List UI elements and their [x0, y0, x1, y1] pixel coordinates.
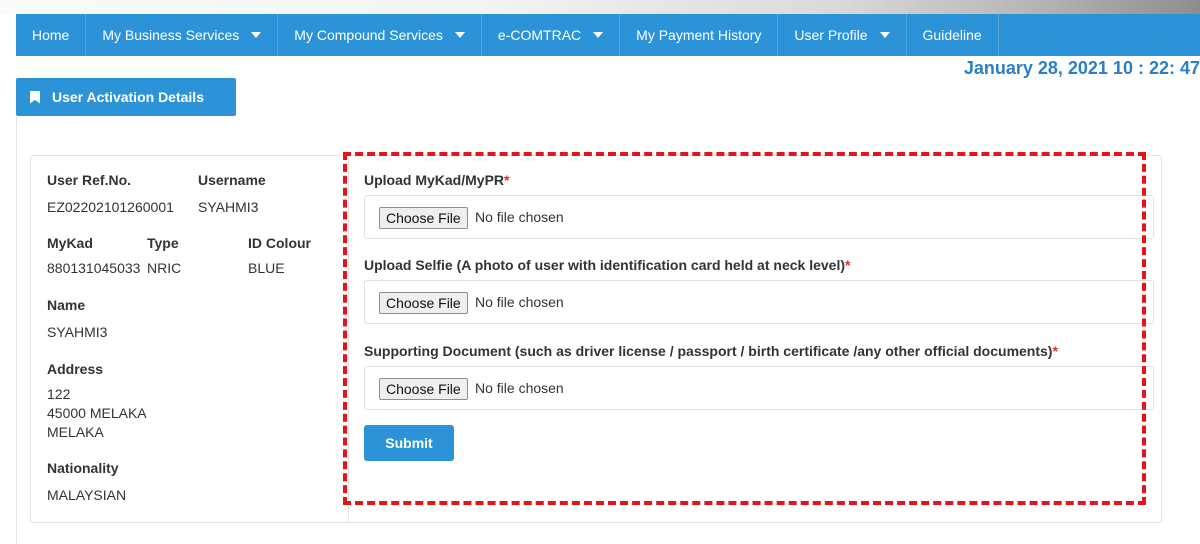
username-label: Username — [198, 172, 266, 188]
username-value: SYAHMI3 — [198, 199, 259, 215]
nationality-value: MALAYSIAN — [47, 487, 127, 503]
nav-user-profile[interactable]: User Profile — [778, 14, 907, 56]
upload-mykad-status: No file chosen — [475, 209, 564, 225]
nav-e-comtrac[interactable]: e-COMTRAC — [482, 14, 621, 56]
supporting-document-status: No file chosen — [475, 380, 564, 396]
tab-label: User Activation Details — [52, 89, 204, 105]
nav-home[interactable]: Home — [16, 14, 87, 56]
upload-mykad-label: Upload MyKad/MyPR* — [364, 172, 509, 188]
id-colour-value: BLUE — [248, 260, 285, 276]
nav-my-compound-services[interactable]: My Compound Services — [278, 14, 482, 56]
caret-down-icon — [879, 32, 890, 38]
type-value: NRIC — [147, 260, 182, 276]
caret-down-icon — [593, 32, 604, 38]
required-marker: * — [1052, 343, 1058, 359]
nationality-label: Nationality — [47, 460, 119, 476]
nav-my-payment-history-label: My Payment History — [636, 27, 762, 43]
column-divider — [348, 155, 349, 523]
name-value: SYAHMI3 — [47, 324, 108, 340]
name-label: Name — [47, 297, 86, 313]
nav-guideline[interactable]: Guideline — [907, 14, 999, 56]
submit-button[interactable]: Submit — [364, 425, 454, 461]
nav-my-business-services[interactable]: My Business Services — [86, 14, 279, 56]
required-marker: * — [845, 257, 851, 273]
supporting-document-field: Choose File No file chosen — [364, 366, 1154, 410]
nav-my-compound-services-label: My Compound Services — [294, 27, 443, 43]
nav-my-payment-history[interactable]: My Payment History — [620, 14, 779, 56]
type-label: Type — [147, 235, 179, 251]
upload-mykad-field: Choose File No file chosen — [364, 195, 1154, 239]
required-marker: * — [504, 172, 510, 188]
user-ref-value: EZ02202101260001 — [47, 199, 174, 215]
caret-down-icon — [251, 32, 262, 38]
user-ref-label: User Ref.No. — [47, 172, 132, 188]
upload-selfie-label: Upload Selfie (A photo of user with iden… — [364, 257, 850, 273]
nav-user-profile-label: User Profile — [794, 27, 868, 43]
choose-file-document-button[interactable]: Choose File — [379, 378, 468, 400]
caret-down-icon — [454, 32, 465, 38]
mykad-value: 880131045033 — [47, 260, 141, 276]
nav-e-comtrac-label: e-COMTRAC — [497, 27, 582, 43]
bookmark-icon — [30, 90, 40, 104]
upload-selfie-status: No file chosen — [475, 294, 564, 310]
choose-file-selfie-button[interactable]: Choose File — [379, 292, 468, 314]
address-label: Address — [47, 361, 104, 377]
supporting-document-label: Supporting Document (such as driver lice… — [364, 343, 1058, 359]
address-line-2: 45000 MELAKA — [47, 405, 147, 421]
address-line-1: 122 — [47, 386, 71, 402]
upload-selfie-field: Choose File No file chosen — [364, 280, 1154, 324]
current-datetime: January 28, 2021 10 : 22: 47 — [963, 58, 1200, 78]
upload-selfie-text: Upload Selfie (A photo of user with iden… — [364, 257, 845, 273]
choose-file-mykad-button[interactable]: Choose File — [379, 207, 468, 229]
upload-mykad-text: Upload MyKad/MyPR — [364, 172, 505, 188]
main-navbar: Home My Business Services My Compound Se… — [16, 14, 1200, 56]
nav-home-label: Home — [32, 27, 70, 43]
nav-guideline-label: Guideline — [922, 27, 982, 43]
id-colour-label: ID Colour — [248, 235, 311, 251]
top-banner-strip — [0, 0, 1200, 14]
mykad-label: MyKad — [47, 235, 93, 251]
supporting-document-text: Supporting Document (such as driver lice… — [364, 343, 1053, 359]
tab-user-activation-details[interactable]: User Activation Details — [16, 78, 236, 116]
nav-my-business-services-label: My Business Services — [102, 27, 240, 43]
address-line-3: MELAKA — [47, 424, 104, 440]
